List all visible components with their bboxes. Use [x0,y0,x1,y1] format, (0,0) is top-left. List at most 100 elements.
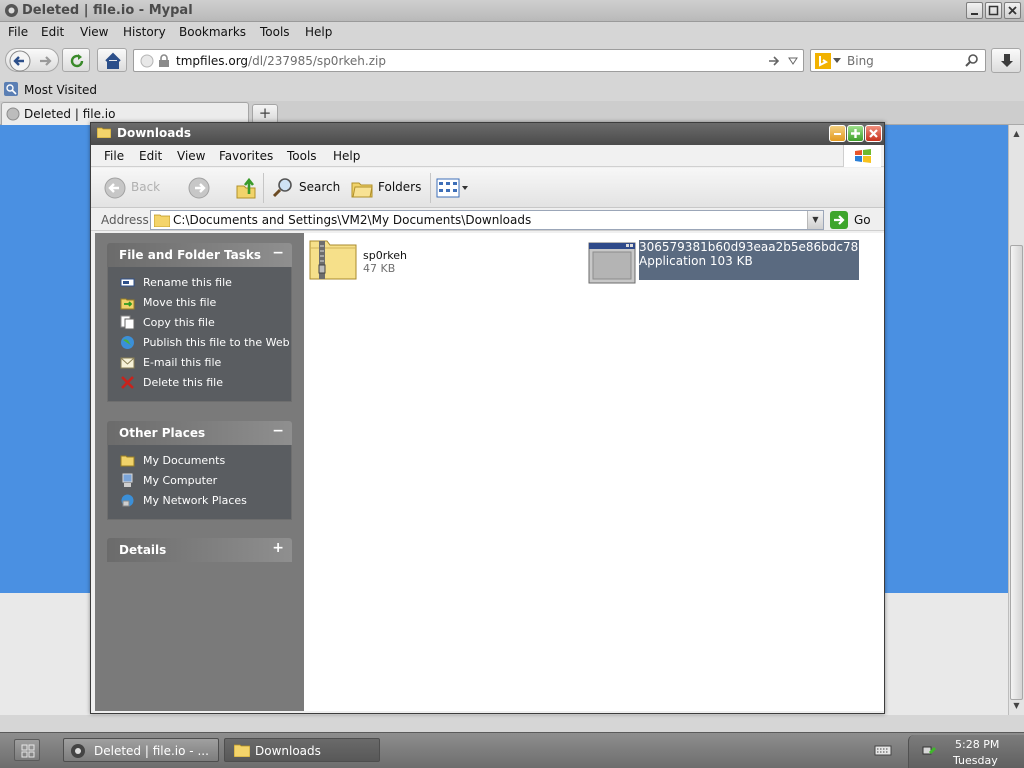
back-arrow-icon[interactable] [9,50,31,72]
home-icon [105,52,121,69]
home-button[interactable] [97,48,127,72]
engine-dropdown-icon[interactable] [833,58,841,64]
place-my-documents[interactable]: My Documents [108,451,291,471]
browser-status-strip [0,715,1024,732]
scroll-up-icon[interactable]: ▲ [1010,126,1023,141]
collapse-icon[interactable]: − [272,423,284,439]
address-input[interactable]: C:\Documents and Settings\VM2\My Documen… [150,210,824,230]
menu-view[interactable]: View [80,25,108,39]
place-my-network[interactable]: My Network Places [108,491,291,511]
minimize-icon [971,13,978,15]
xmenu-edit[interactable]: Edit [139,149,162,163]
folders-icon[interactable] [350,177,374,199]
go-label: Go [854,213,871,227]
start-button[interactable] [14,739,40,761]
panel-header-details[interactable]: Details + [107,538,292,562]
move-icon [120,298,135,310]
task-publish-web[interactable]: Publish this file to the Web [108,333,291,353]
network-status-icon[interactable] [921,743,937,759]
browser-menubar: File Edit View History Bookmarks Tools H… [0,22,1024,42]
explorer-maximize-button[interactable] [847,125,864,142]
menu-help[interactable]: Help [305,25,332,39]
address-folder-icon [154,214,170,227]
task-copy[interactable]: Copy this file [108,313,291,333]
search-magnifier-icon[interactable] [271,176,295,200]
menu-bookmarks[interactable]: Bookmarks [179,25,246,39]
address-dropdown-icon[interactable]: ▼ [807,211,823,229]
download-arrow-icon [1001,54,1013,67]
go-button[interactable]: Go [829,210,874,230]
explorer-minimize-button[interactable] [829,125,846,142]
scroll-down-icon[interactable]: ▼ [1010,698,1023,713]
menu-edit[interactable]: Edit [41,25,64,39]
forward-icon[interactable] [188,177,210,199]
xmenu-favorites[interactable]: Favorites [219,149,273,163]
task-delete[interactable]: Delete this file [108,373,291,393]
bookmark-most-visited[interactable]: Most Visited [24,83,97,97]
windows-logo [843,145,881,167]
browser-titlebar: Deleted | file.io - Mypal [0,0,1024,22]
collapse-icon[interactable]: − [272,245,284,261]
clock-time[interactable]: 5:28 PM [955,738,999,751]
explorer-close-button[interactable] [865,125,882,142]
page-scrollbar[interactable]: ▲ ▼ [1008,125,1024,715]
close-button[interactable] [1004,2,1021,19]
folder-icon [97,127,111,138]
other-places-panel: Other Places − My Documents My Computer … [107,421,292,520]
my-computer-icon [122,473,133,487]
explorer-titlebar[interactable]: Downloads [91,123,884,145]
task-move[interactable]: Move this file [108,293,291,313]
go-arrow-icon[interactable] [767,54,781,68]
address-bar: Address C:\Documents and Settings\VM2\My… [91,209,884,231]
scrollbar-thumb[interactable] [1010,245,1023,700]
browser-title: Deleted | file.io - Mypal [22,3,193,18]
xmenu-view[interactable]: View [177,149,205,163]
url-bar[interactable]: tmpfiles.org/dl/237985/sp0rkeh.zip [133,49,804,72]
expand-icon[interactable]: + [272,540,284,556]
up-folder-icon[interactable] [235,176,259,200]
start-grid-icon [21,744,35,758]
xmenu-help[interactable]: Help [333,149,360,163]
maximize-button[interactable] [985,2,1002,19]
file-item-selected[interactable]: 306579381b60d93eaa2b5e86bdc78... Applica… [588,240,870,284]
minimize-icon [834,133,841,135]
menu-history[interactable]: History [123,25,166,39]
xmenu-file[interactable]: File [104,149,124,163]
task-rename[interactable]: Rename this file [108,273,291,293]
panel-header-tasks[interactable]: File and Folder Tasks − [107,243,292,267]
forward-arrow-icon[interactable] [37,52,55,70]
downloads-button[interactable] [991,48,1021,73]
back-label[interactable]: Back [131,180,160,194]
search-bar[interactable]: Bing [810,49,986,72]
task-email[interactable]: E-mail this file [108,353,291,373]
reload-icon [70,54,84,68]
url-dropdown-icon[interactable] [787,55,799,67]
menu-tools[interactable]: Tools [260,25,290,39]
new-tab-button[interactable]: + [252,104,278,124]
search-icon[interactable] [965,53,979,67]
minimize-button[interactable] [966,2,983,19]
menu-file[interactable]: File [8,25,28,39]
delete-x-icon [121,376,134,389]
site-identity-icon[interactable] [140,54,154,68]
place-my-computer[interactable]: My Computer [108,471,291,491]
back-icon[interactable] [104,177,126,199]
details-panel: Details + [107,538,292,562]
url-text: tmpfiles.org/dl/237985/sp0rkeh.zip [176,54,386,68]
taskbar-item-browser[interactable]: Deleted | file.io - ... [63,738,219,762]
bing-logo-icon[interactable] [815,53,831,69]
file-item[interactable]: sp0rkeh 47 KB [309,238,449,282]
views-icon[interactable] [436,177,470,199]
file-folder-tasks-panel: File and Folder Tasks − Rename this file… [107,243,292,402]
xmenu-tools[interactable]: Tools [287,149,317,163]
most-visited-icon [4,82,18,96]
maximize-icon [988,5,999,16]
taskbar-item-downloads[interactable]: Downloads [224,738,380,762]
tab-title: Deleted | file.io [24,107,116,121]
search-label[interactable]: Search [299,180,340,194]
mypal-logo-icon [5,4,18,17]
keyboard-icon[interactable] [874,743,892,757]
folders-label[interactable]: Folders [378,180,421,194]
panel-header-places[interactable]: Other Places − [107,421,292,445]
reload-button[interactable] [62,48,90,72]
